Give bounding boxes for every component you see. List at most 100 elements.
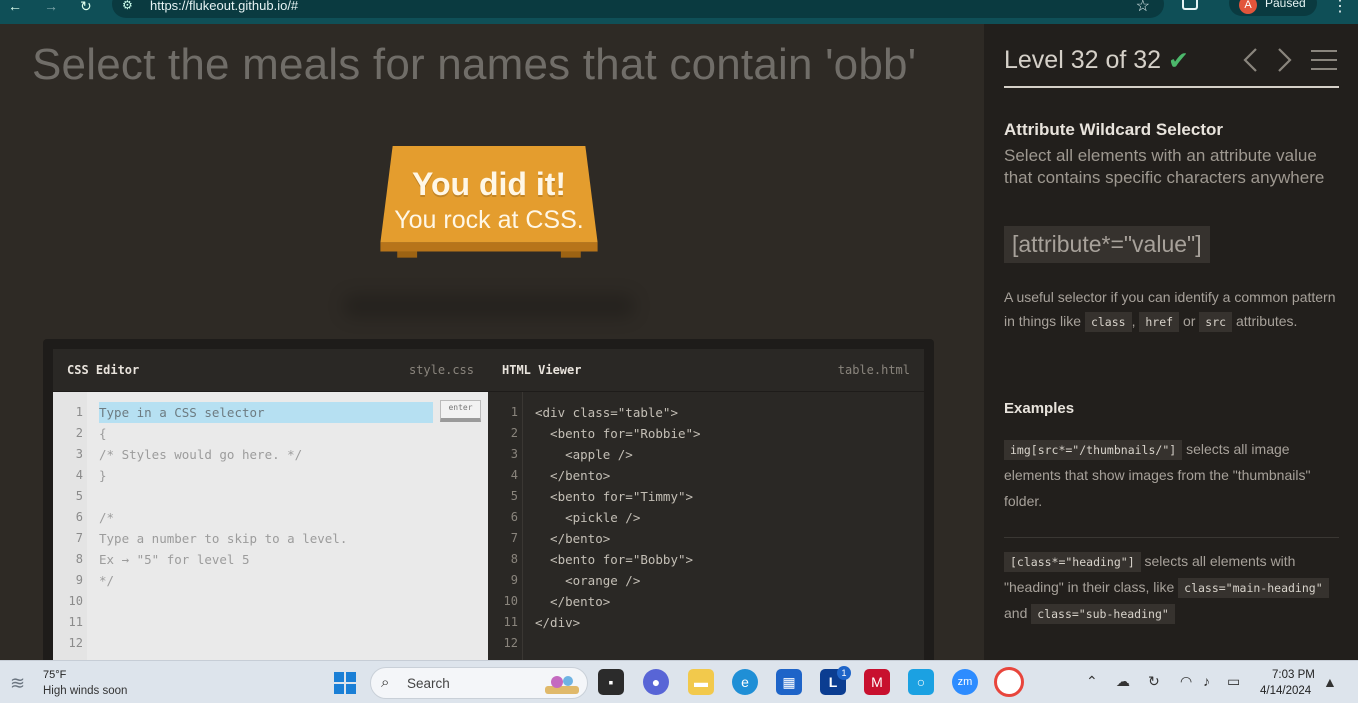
line-number: 2 — [75, 426, 83, 440]
line-number: 10 — [503, 594, 518, 608]
hint-code-class: class — [1084, 311, 1132, 332]
show-hidden-icons[interactable]: ⌃ — [1086, 673, 1098, 690]
line-number: 3 — [75, 447, 83, 461]
search-highlight-icon — [545, 676, 579, 694]
clock-time[interactable]: 7:03 PM — [1272, 669, 1315, 681]
html-viewer-title: HTML Viewer — [502, 363, 582, 377]
example-code: class="main-heading" — [1178, 578, 1329, 598]
css-line-gutter: 1 2 3 4 5 6 7 8 9 10 11 12 — [53, 392, 87, 660]
back-icon[interactable]: ← — [8, 0, 22, 13]
level-progress-bar — [1004, 86, 1339, 88]
enter-button[interactable]: enter — [440, 400, 481, 422]
site-info-icon[interactable]: ⚙ — [122, 0, 133, 12]
line-number: 12 — [68, 636, 83, 650]
selector-syntax: [attribute*="value"] — [1004, 226, 1210, 263]
css-editor-title: CSS Editor — [67, 363, 140, 377]
reload-icon[interactable]: ↻ — [80, 0, 92, 13]
line-number: 11 — [68, 615, 83, 629]
html-code-line[interactable]: </div> — [535, 615, 580, 630]
zoom-icon[interactable]: zm — [952, 669, 978, 695]
volume-icon[interactable]: ♪ — [1203, 673, 1210, 689]
html-code-line[interactable]: </bento> — [535, 594, 610, 609]
html-code-line[interactable]: </bento> — [535, 531, 610, 546]
browser-menu-icon[interactable]: ⋮ — [1332, 0, 1348, 16]
line-number: 6 — [510, 510, 518, 524]
line-number: 8 — [510, 552, 518, 566]
html-viewer-header: HTML Viewer table.html — [488, 349, 924, 391]
html-code-line[interactable]: <bento for="Timmy"> — [535, 489, 693, 504]
css-selector-input[interactable] — [99, 402, 433, 423]
profile-button[interactable]: A Paused — [1229, 0, 1317, 16]
clock-date[interactable]: 4/14/2024 — [1260, 685, 1311, 697]
bento-table: You did it! You rock at CSS. — [343, 146, 635, 318]
mcafee-icon[interactable]: M — [864, 669, 890, 695]
css-code-line: Type a number to skip to a level. — [99, 531, 348, 546]
microsoft-store-icon[interactable]: ▦ — [776, 669, 802, 695]
chrome-icon[interactable] — [994, 667, 1024, 697]
windows-taskbar: ≋ 75°F High winds soon ⌕ Search ▪ ● ▬ e … — [0, 660, 1358, 703]
notifications-bell-icon[interactable]: ▲ — [1323, 674, 1337, 690]
level-menu-button[interactable] — [1310, 48, 1338, 72]
bookmark-star-icon[interactable]: ☆ — [1136, 0, 1150, 16]
weather-temperature[interactable]: 75°F — [43, 669, 66, 681]
line-number: 12 — [503, 636, 518, 650]
cortana-icon[interactable]: ○ — [908, 669, 934, 695]
windows-start-icon[interactable] — [333, 671, 357, 695]
hint-separator: or — [1182, 312, 1196, 329]
edge-browser-icon[interactable]: e — [732, 669, 758, 695]
line-number: 5 — [75, 489, 83, 503]
level-progress-fill — [1004, 86, 1339, 88]
example-code: [class*="heading"] — [1004, 552, 1141, 572]
task-view-icon[interactable]: ▪ — [598, 669, 624, 695]
search-icon: ⌕ — [381, 674, 390, 691]
css-code-line: { — [99, 426, 107, 441]
extensions-icon[interactable] — [1182, 0, 1198, 10]
game-area: Select the meals for names that contain … — [0, 24, 984, 660]
html-code-line[interactable]: <bento for="Robbie"> — [535, 426, 701, 441]
css-code-line: */ — [99, 573, 115, 588]
line-number: 1 — [75, 405, 83, 419]
table-shadow — [343, 294, 635, 318]
html-code-line[interactable]: <orange /> — [535, 573, 640, 588]
html-code-line[interactable]: <bento for="Bobby"> — [535, 552, 693, 567]
line-number: 4 — [510, 468, 518, 482]
css-editor-filename: style.css — [408, 363, 474, 377]
file-explorer-icon[interactable]: ▬ — [688, 669, 714, 695]
hint-code-href: href — [1139, 311, 1180, 332]
next-level-button[interactable] — [1272, 46, 1296, 74]
selector-description: Select all elements with an attribute va… — [1004, 146, 1325, 187]
sync-icon[interactable]: ↻ — [1148, 673, 1160, 690]
html-viewer-filename: table.html — [837, 363, 910, 377]
weather-description[interactable]: High winds soon — [43, 685, 127, 697]
examples-heading: Examples — [1004, 400, 1075, 417]
html-code-line[interactable]: <div class="table"> — [535, 405, 678, 420]
line-number: 11 — [503, 615, 518, 629]
battery-icon[interactable]: ▭ — [1227, 673, 1240, 690]
url-text[interactable]: https://flukeout.github.io/# — [150, 0, 298, 13]
level-instruction: Select the meals for names that contain … — [32, 40, 917, 89]
css-code-line: /* Styles would go here. */ — [99, 447, 303, 462]
notification-badge: 1 — [837, 666, 851, 680]
browser-toolbar: ← → ↻ ⚙ https://flukeout.github.io/# ☆ A… — [0, 0, 1358, 24]
example-code: class="sub-heading" — [1031, 604, 1175, 624]
checkmark-icon: ✔ — [1168, 47, 1189, 75]
taskbar-search[interactable]: ⌕ Search — [370, 667, 588, 699]
css-code-line: Ex → "5" for level 5 — [99, 552, 250, 567]
search-label: Search — [407, 676, 450, 691]
wind-icon[interactable]: ≋ — [10, 673, 25, 694]
line-number: 7 — [75, 531, 83, 545]
html-code-line[interactable]: </bento> — [535, 468, 610, 483]
onedrive-icon[interactable]: ☁ — [1116, 673, 1130, 690]
chat-icon[interactable]: ● — [643, 669, 669, 695]
forward-icon[interactable]: → — [44, 0, 58, 13]
example-item: [class*="heading"] selects all elements … — [1004, 537, 1339, 626]
level-indicator: Level 32 of 32 — [1004, 46, 1162, 74]
html-code-line[interactable]: <pickle /> — [535, 510, 640, 525]
previous-level-button[interactable] — [1239, 46, 1263, 74]
hint-code-src: src — [1199, 311, 1233, 332]
line-number: 7 — [510, 531, 518, 545]
address-bar[interactable]: ⚙ https://flukeout.github.io/# ☆ — [112, 0, 1164, 18]
line-number: 8 — [75, 552, 83, 566]
html-code-line[interactable]: <apple /> — [535, 447, 633, 462]
wifi-icon[interactable]: ◠ — [1180, 673, 1192, 690]
